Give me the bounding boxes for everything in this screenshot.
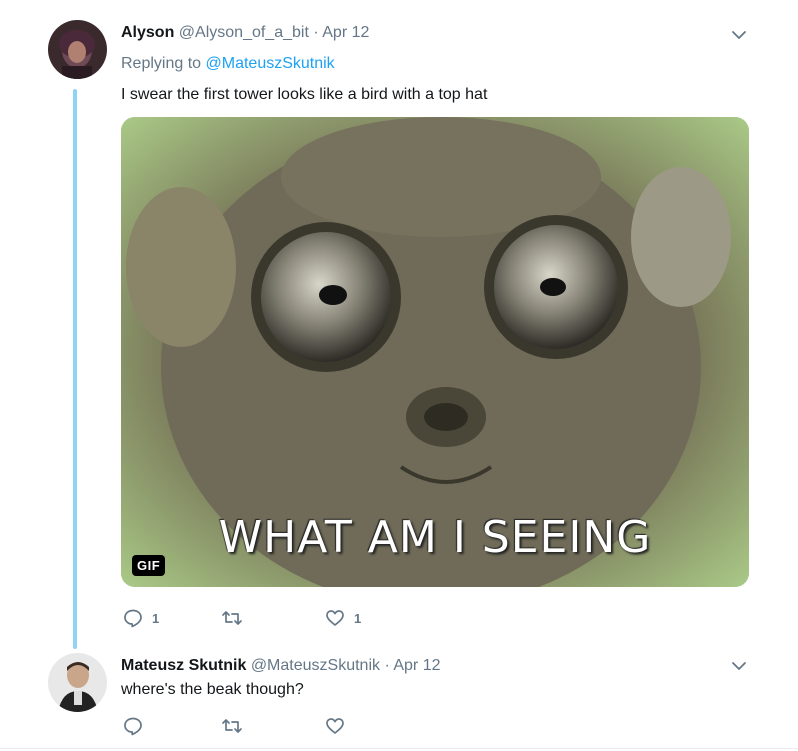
like-button[interactable] bbox=[325, 716, 345, 736]
divider bbox=[0, 748, 798, 749]
replying-to-link[interactable]: @MateuszSkutnik bbox=[206, 55, 335, 72]
avatar-image bbox=[48, 653, 107, 712]
like-button[interactable]: 1 bbox=[325, 608, 361, 628]
display-name[interactable]: Alyson bbox=[121, 24, 174, 41]
retweet-button[interactable] bbox=[221, 716, 243, 736]
tweet-text: where's the beak though? bbox=[121, 681, 304, 698]
separator-dot: · bbox=[384, 657, 390, 674]
gif-media[interactable]: WHAT AM I SEEING bbox=[121, 117, 749, 587]
replying-to-label: Replying to bbox=[121, 55, 202, 72]
avatar[interactable] bbox=[48, 20, 107, 79]
tweet-mateusz[interactable]: Mateusz Skutnik @MateuszSkutnik · Apr 12… bbox=[0, 640, 798, 751]
user-handle[interactable]: @MateuszSkutnik bbox=[251, 657, 380, 674]
reply-button[interactable]: 1 bbox=[123, 608, 159, 628]
avatar[interactable] bbox=[48, 653, 107, 712]
retweet-icon bbox=[222, 611, 242, 625]
reply-icon bbox=[124, 717, 142, 736]
like-count: 1 bbox=[354, 610, 362, 626]
separator-dot: · bbox=[313, 24, 319, 41]
timestamp[interactable]: Apr 12 bbox=[322, 24, 369, 41]
timestamp[interactable]: Apr 12 bbox=[393, 657, 440, 674]
reply-count: 1 bbox=[152, 610, 160, 626]
avatar-image bbox=[48, 20, 107, 79]
chevron-down-icon[interactable] bbox=[730, 657, 748, 675]
reply-button[interactable] bbox=[123, 716, 143, 736]
gif-badge: GIF bbox=[132, 555, 166, 576]
display-name[interactable]: Mateusz Skutnik bbox=[121, 657, 246, 674]
tweet-header: Mateusz Skutnik @MateuszSkutnik · Apr 12 bbox=[121, 657, 440, 675]
tweet-text: I swear the first tower looks like a bir… bbox=[121, 86, 488, 103]
tweet-alyson[interactable]: Alyson @Alyson_of_a_bit · Apr 12 Replyin… bbox=[0, 0, 798, 640]
tweet-header: Alyson @Alyson_of_a_bit · Apr 12 bbox=[121, 24, 369, 42]
reply-icon bbox=[124, 609, 142, 628]
chevron-down-icon[interactable] bbox=[730, 26, 748, 44]
retweet-icon bbox=[222, 719, 242, 733]
gif-caption: WHAT AM I SEEING bbox=[218, 512, 652, 563]
retweet-button[interactable] bbox=[221, 608, 252, 628]
heart-icon bbox=[326, 610, 344, 626]
replying-to: Replying to @MateuszSkutnik bbox=[121, 55, 335, 73]
heart-icon bbox=[326, 718, 344, 734]
user-handle[interactable]: @Alyson_of_a_bit bbox=[179, 24, 309, 41]
